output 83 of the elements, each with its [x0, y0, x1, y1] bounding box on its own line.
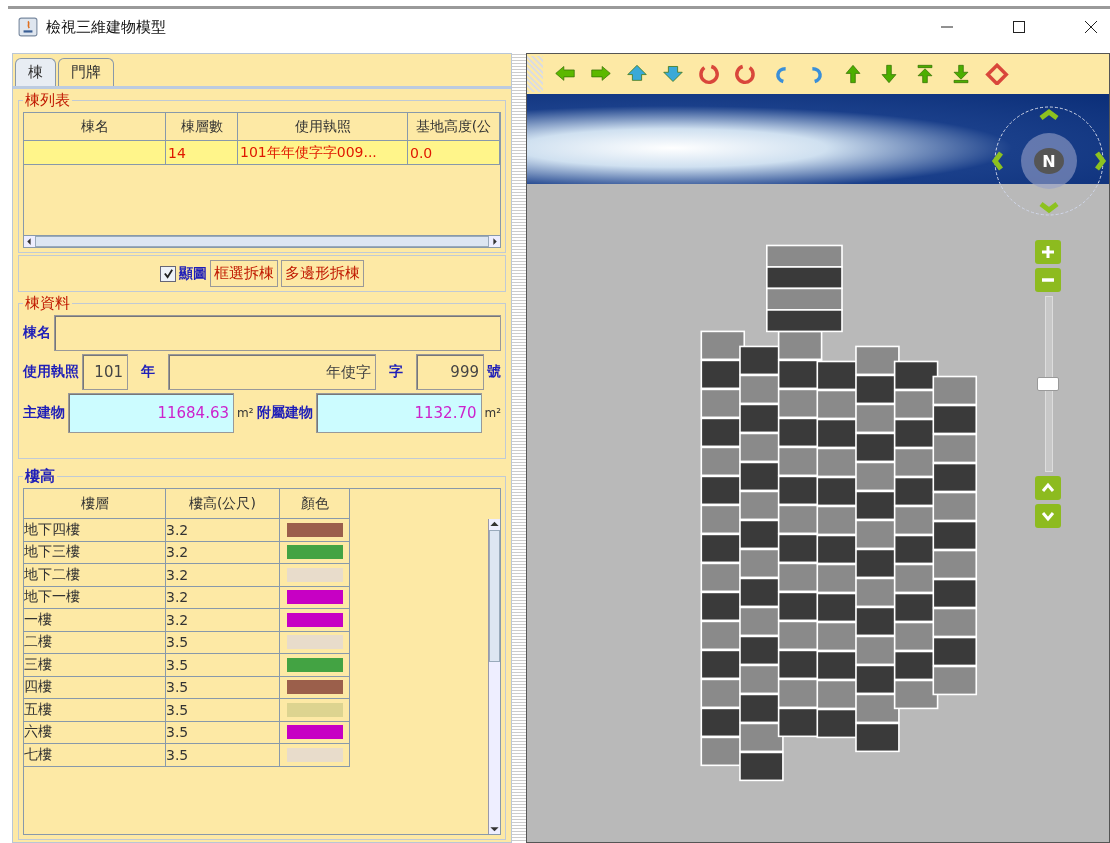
table-cell: 3.2	[166, 544, 189, 561]
zoom-slider[interactable]	[1037, 296, 1059, 472]
table-cell: 3.5	[166, 724, 189, 741]
table-cell: 3.2	[166, 521, 189, 538]
slider-thumb[interactable]	[1037, 377, 1059, 391]
table-cell: 3.5	[166, 656, 189, 673]
table-cell: 地下一樓	[24, 588, 80, 607]
color-swatch[interactable]	[286, 680, 343, 695]
table-row[interactable]: 14 101年年使字字009... 0.0	[24, 141, 500, 165]
table-cell: 地下四樓	[24, 520, 80, 539]
area-field[interactable]: 11684.63	[68, 393, 234, 433]
name-field[interactable]	[54, 315, 501, 351]
table-cell: 地下二樓	[24, 565, 80, 584]
table-cell: 101年年使字字009...	[240, 143, 377, 162]
rotate-right-icon[interactable]	[733, 63, 757, 85]
app-icon	[18, 17, 38, 37]
table-cell: 3.5	[166, 701, 189, 718]
number-field[interactable]: 999	[416, 354, 484, 390]
table-cell: 三樓	[24, 655, 52, 674]
type-field[interactable]: 年使字	[168, 354, 376, 390]
table-cell: 3.2	[166, 611, 189, 628]
zoom-out-icon[interactable]	[1035, 268, 1061, 292]
checkbox-label[interactable]: 顯圖	[179, 264, 207, 283]
table-cell: 14	[168, 144, 186, 161]
circle-points-icon[interactable]	[985, 63, 1009, 85]
down-arrow-icon[interactable]	[661, 63, 685, 85]
split-button[interactable]: 框選拆棟	[210, 260, 278, 287]
column-header: 樓高(公尺)	[166, 489, 280, 519]
unit-label: m²	[484, 406, 501, 420]
color-swatch[interactable]	[286, 747, 343, 762]
table-cell: 3.5	[166, 679, 189, 696]
horizontal-scrollbar[interactable]	[24, 235, 500, 247]
maximize-icon[interactable]	[1012, 20, 1026, 34]
field-label: 主建物	[23, 404, 65, 422]
table-cell: 3.2	[166, 589, 189, 606]
vertical-scrollbar[interactable]	[488, 519, 500, 834]
unit-label: m²	[237, 406, 254, 420]
window-title: 檢視三維建物模型	[46, 17, 166, 37]
table-cell: 四樓	[24, 678, 52, 697]
splitter-handle[interactable]	[512, 53, 526, 843]
color-swatch[interactable]	[286, 612, 343, 627]
field-label: 棟名	[23, 324, 51, 342]
field-label: 字	[388, 363, 404, 381]
field-label: 使用執照	[23, 363, 79, 381]
field-label: 號	[487, 363, 501, 381]
rotate-left-icon[interactable]	[697, 63, 721, 85]
column-header: 樓層	[24, 489, 166, 519]
color-swatch[interactable]	[286, 725, 343, 740]
table-cell: 七樓	[24, 745, 52, 764]
chevron-down-icon[interactable]	[1035, 504, 1061, 528]
color-swatch[interactable]	[286, 567, 343, 582]
area-field[interactable]: 1132.70	[315, 393, 482, 433]
color-swatch[interactable]	[286, 590, 343, 605]
color-swatch[interactable]	[286, 635, 343, 650]
color-swatch[interactable]	[286, 545, 343, 560]
tab[interactable]: 門牌	[58, 58, 114, 86]
color-swatch[interactable]	[286, 657, 343, 672]
color-swatch[interactable]	[286, 702, 343, 717]
table-cell: 地下三樓	[24, 543, 80, 562]
table-cell: 3.5	[166, 634, 189, 651]
toolbar-grip[interactable]	[527, 56, 543, 92]
table-cell: 0.0	[410, 144, 433, 161]
year-field[interactable]: 101	[82, 354, 128, 390]
table-cell: 六樓	[24, 723, 52, 742]
chevron-up-icon[interactable]	[1035, 476, 1061, 500]
3d-viewport[interactable]: N	[527, 94, 1109, 842]
field-label: 附屬建物	[256, 404, 313, 422]
field-label: 年	[140, 363, 156, 381]
section-title: 樓高	[23, 467, 56, 486]
table-cell: 3.5	[166, 746, 189, 763]
table-cell: 二樓	[24, 633, 52, 652]
split-button[interactable]: 多邊形拆棟	[281, 260, 364, 287]
color-swatch[interactable]	[286, 522, 343, 537]
table-cell: 3.2	[166, 566, 189, 583]
tab[interactable]: 棟	[15, 58, 56, 86]
zoom-in-icon[interactable]	[1035, 240, 1061, 264]
table-cell: 一樓	[24, 610, 52, 629]
checkbox[interactable]	[160, 265, 176, 282]
close-icon[interactable]	[1084, 20, 1098, 34]
column-header: 顏色	[280, 489, 350, 519]
section-title: 棟資料	[24, 294, 71, 313]
table-cell: 五樓	[24, 700, 52, 719]
section-title: 棟列表	[24, 91, 71, 110]
